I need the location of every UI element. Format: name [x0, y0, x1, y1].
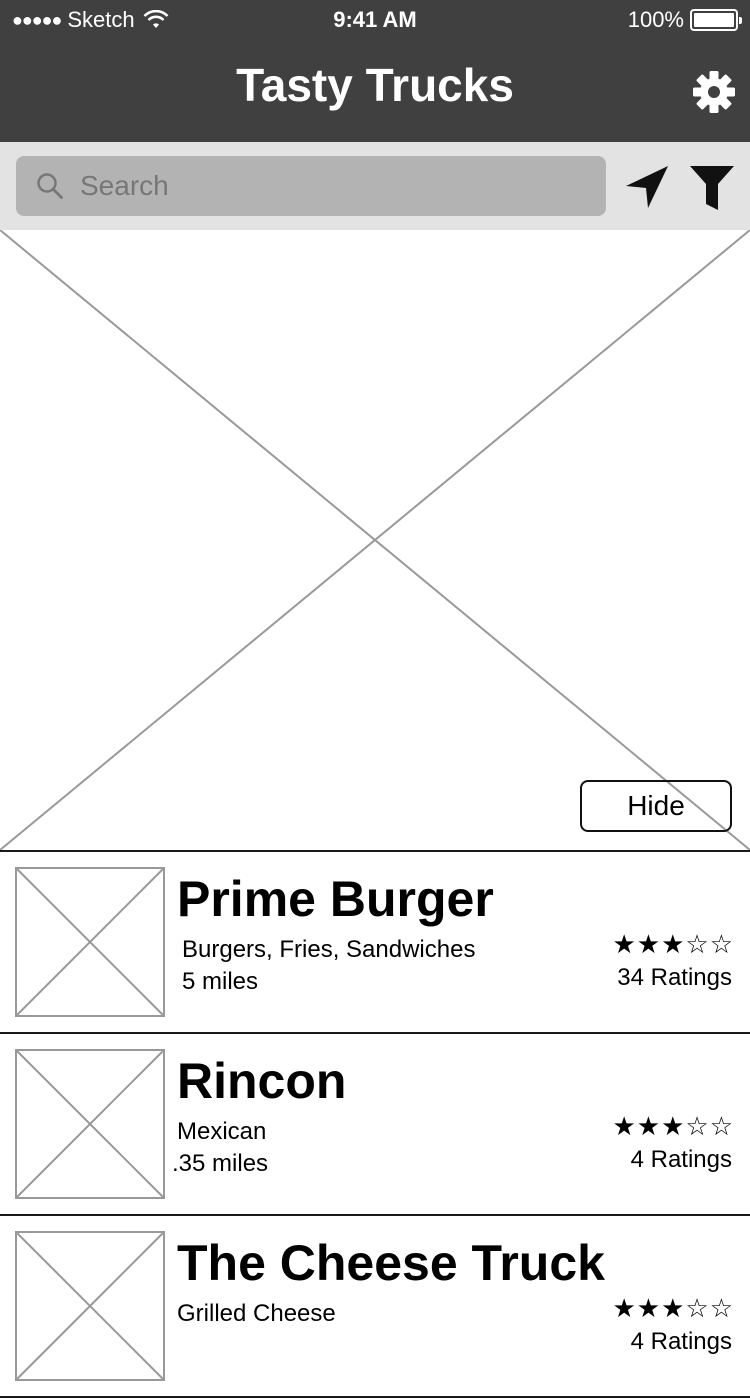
truck-cuisine: Mexican: [177, 1118, 267, 1145]
battery-percent: 100%: [627, 7, 684, 32]
status-bar: ●●●●● Sketch 9:41 AM 100%: [0, 0, 750, 40]
truck-distance: .35 miles: [172, 1150, 269, 1177]
funnel-filter-icon[interactable]: [688, 164, 736, 212]
ratings-count: 4 Ratings: [630, 1146, 732, 1173]
truck-name: The Cheese Truck: [177, 1235, 605, 1291]
page-title: Tasty Trucks: [236, 59, 514, 111]
battery-fill: [694, 13, 734, 27]
truck-list: Prime Burger Burgers, Fries, Sandwiches …: [0, 852, 750, 1398]
search-input[interactable]: [80, 156, 590, 216]
truck-thumbnail-placeholder: [15, 867, 165, 1017]
truck-distance: 5 miles: [182, 968, 259, 995]
ratings-count: 4 Ratings: [630, 1328, 732, 1355]
list-item[interactable]: Rincon Mexican .35 miles ★★★☆☆ 4 Ratings: [0, 1034, 750, 1216]
map-image-placeholder: [0, 230, 750, 850]
star-rating-icon: ★★★☆☆: [612, 1294, 734, 1324]
truck-cuisine: Burgers, Fries, Sandwiches: [182, 936, 476, 963]
hide-map-button[interactable]: Hide: [580, 780, 732, 832]
list-item[interactable]: Prime Burger Burgers, Fries, Sandwiches …: [0, 852, 750, 1034]
status-right: 100%: [627, 7, 742, 33]
list-item[interactable]: The Cheese Truck Grilled Cheese ★★★☆☆ 4 …: [0, 1216, 750, 1398]
truck-thumbnail-placeholder: [15, 1231, 165, 1381]
ratings-count: 34 Ratings: [617, 964, 732, 991]
gear-icon[interactable]: [692, 70, 736, 114]
battery-icon: [690, 9, 742, 31]
search-toolbar: [0, 142, 750, 230]
location-arrow-icon[interactable]: [622, 162, 672, 212]
truck-cuisine: Grilled Cheese: [177, 1300, 336, 1327]
search-bar[interactable]: [16, 156, 606, 216]
search-icon: [37, 173, 63, 199]
truck-thumbnail-placeholder: [15, 1049, 165, 1199]
star-rating-icon: ★★★☆☆: [612, 930, 734, 960]
nav-header: ●●●●● Sketch 9:41 AM 100% Tasty Trucks: [0, 0, 750, 142]
map-view[interactable]: Hide: [0, 230, 750, 852]
star-rating-icon: ★★★☆☆: [612, 1112, 734, 1142]
truck-name: Prime Burger: [177, 871, 494, 927]
truck-name: Rincon: [177, 1053, 347, 1109]
